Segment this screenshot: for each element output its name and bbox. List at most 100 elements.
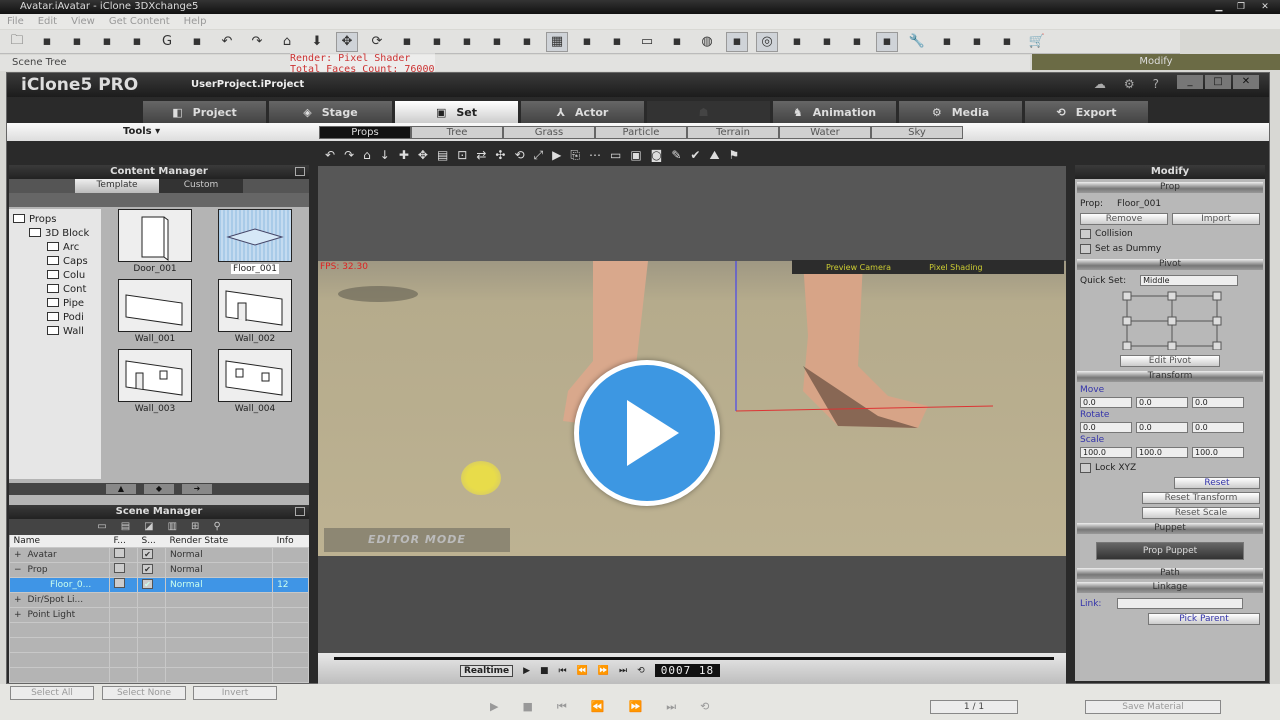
viewport-tool-icon[interactable]: ✚ — [399, 148, 409, 162]
pick-icon[interactable]: ▪ — [396, 32, 418, 52]
thumbnail-item[interactable]: Wall_001 — [105, 279, 205, 349]
tree-item[interactable]: Wall — [9, 325, 101, 339]
color-icon[interactable]: ▪ — [846, 32, 868, 52]
remove-button[interactable]: Remove — [1080, 212, 1168, 225]
tree-item[interactable]: Pipe — [9, 297, 101, 311]
loop-icon[interactable]: ⟲ — [637, 666, 645, 676]
tab-actor[interactable]: ⅄ Actor — [521, 101, 644, 123]
menu-edit[interactable]: Edit — [38, 14, 57, 29]
viewport-tool-icon[interactable]: ▤ — [437, 148, 448, 162]
thumbnail-item[interactable]: Door_001 — [105, 209, 205, 279]
undo-icon[interactable]: ↶ — [216, 32, 238, 52]
3d-viewport[interactable]: FPS: 32.30 Preview Camera Pixel Shading E… — [318, 166, 1066, 654]
minimize-button[interactable]: ▁ — [1208, 0, 1230, 13]
play-icon[interactable]: ▶ — [490, 700, 498, 714]
viewport-tool-icon[interactable]: ↓ — [380, 148, 390, 162]
copy-icon[interactable]: ▪ — [996, 32, 1018, 52]
viewport-tool-icon[interactable]: ✎ — [671, 148, 681, 162]
column-header[interactable]: S... — [137, 535, 166, 547]
menu-get-content[interactable]: Get Content — [109, 14, 170, 29]
scene-tool-icon[interactable]: ▭ — [97, 519, 106, 535]
tab-template[interactable]: Template — [75, 179, 159, 193]
menu-view[interactable]: View — [71, 14, 95, 29]
iclone-minimize-button[interactable]: _ — [1177, 75, 1203, 89]
home-icon[interactable]: ⌂ — [276, 32, 298, 52]
freeze-checkbox[interactable] — [114, 578, 125, 588]
column-header[interactable]: Info — [272, 535, 309, 547]
expand-icon[interactable]: − — [14, 565, 22, 575]
maximize-button[interactable]: ❐ — [1230, 0, 1252, 13]
community-icon[interactable]: ☁ — [1094, 77, 1106, 91]
thumbnail-item[interactable]: Wall_002 — [205, 279, 305, 349]
select-icon[interactable]: ▪ — [726, 31, 748, 52]
column-header[interactable]: Render State — [165, 535, 273, 547]
last-frame-icon[interactable]: ⏭ — [666, 700, 676, 714]
tab-stage[interactable]: ◈ Stage — [269, 101, 392, 123]
tab-media[interactable]: ⚙ Media — [899, 101, 1022, 123]
thumbnail-item[interactable]: Wall_004 — [205, 349, 305, 419]
tab-export[interactable]: ⟲ Export — [1025, 101, 1148, 123]
expand-icon[interactable]: + — [14, 610, 22, 620]
rewind-icon[interactable]: ⏪ — [577, 666, 588, 676]
viewport-tool-icon[interactable]: ⟲ — [514, 148, 524, 162]
quick-set-select[interactable]: Middle — [1140, 275, 1239, 286]
viewport-tool-icon[interactable]: ◙ — [651, 148, 663, 162]
show-checkbox[interactable]: ✔ — [142, 579, 153, 589]
subtab-sky[interactable]: Sky — [871, 126, 963, 139]
invert-button[interactable]: Invert — [193, 686, 277, 700]
tree-item[interactable]: Podi — [9, 311, 101, 325]
editor-mode-badge[interactable]: EDITOR MODE — [324, 528, 510, 552]
table-row[interactable]: − Prop ✔ Normal — [9, 561, 309, 578]
tree-item[interactable]: Colu — [9, 269, 101, 283]
prop-puppet-button[interactable]: Prop Puppet — [1096, 542, 1244, 560]
loop-icon[interactable]: ⟲ — [700, 700, 709, 714]
scale-x[interactable]: 100.0 — [1080, 447, 1132, 458]
scene-tool-icon[interactable]: ⊞ — [191, 519, 199, 535]
scale-icon[interactable]: ▪ — [486, 32, 508, 52]
open-icon[interactable]: 🗀 — [6, 32, 28, 52]
section-linkage[interactable]: Linkage — [1077, 582, 1263, 593]
tree-item[interactable]: Props — [9, 213, 101, 227]
cart-icon[interactable]: 🛒 — [1026, 32, 1048, 52]
scale-z[interactable]: 100.0 — [1192, 447, 1244, 458]
convert-icon[interactable]: ▪ — [186, 32, 208, 52]
table-row[interactable]: + Point Light — [9, 606, 309, 623]
rotate-x[interactable]: 0.0 — [1080, 422, 1132, 433]
first-frame-icon[interactable]: ⏮ — [559, 666, 567, 676]
menu-help[interactable]: Help — [184, 14, 207, 29]
camera-icon[interactable]: ▪ — [576, 32, 598, 52]
dock-icon[interactable] — [295, 507, 305, 516]
rotate-z[interactable]: 0.0 — [1192, 422, 1244, 433]
tab-set[interactable]: ▣ Set — [395, 101, 518, 123]
subtab-particle[interactable]: Particle — [595, 126, 687, 139]
scene-tool-icon[interactable]: ⚲ — [213, 519, 220, 535]
nav-back-button[interactable]: ◆ — [144, 484, 174, 494]
menu-file[interactable]: File — [7, 14, 24, 29]
viewport-tool-icon[interactable]: ↶ — [325, 148, 335, 162]
export-icon[interactable]: ▪ — [66, 32, 88, 52]
scene-tool-icon[interactable]: ▤ — [121, 519, 130, 535]
viewport-tool-icon[interactable]: ⊡ — [457, 148, 467, 162]
viewport-tool-icon[interactable]: ✔ — [690, 148, 700, 162]
viewport-tool-icon[interactable]: ✥ — [418, 148, 428, 162]
scene-tool-icon[interactable]: ▥ — [168, 519, 177, 535]
subtab-tree[interactable]: Tree — [411, 126, 503, 139]
viewport-tool-icon[interactable]: ▭ — [610, 148, 621, 162]
globe-icon[interactable]: ◍ — [696, 32, 718, 52]
reset-transform-button[interactable]: Reset Transform — [1142, 491, 1260, 504]
down-icon[interactable]: ⬇ — [306, 32, 328, 52]
frame-icon[interactable]: ▪ — [516, 32, 538, 52]
first-frame-icon[interactable]: ⏮ — [557, 700, 567, 714]
expand-icon[interactable]: + — [14, 595, 22, 605]
subtab-grass[interactable]: Grass — [503, 126, 595, 139]
move-icon[interactable]: ✥ — [336, 31, 358, 52]
expand-icon[interactable]: + — [14, 550, 22, 560]
viewport-tool-icon[interactable]: ⋯ — [589, 148, 601, 162]
pick-parent-button[interactable]: Pick Parent — [1148, 612, 1260, 625]
dock-icon[interactable] — [295, 167, 305, 176]
edit-pivot-button[interactable]: Edit Pivot — [1120, 354, 1220, 367]
link-field[interactable] — [1117, 598, 1244, 609]
show-checkbox[interactable]: ✔ — [142, 564, 153, 574]
section-transform[interactable]: Transform — [1077, 371, 1263, 382]
import-icon[interactable]: ▪ — [36, 32, 58, 52]
